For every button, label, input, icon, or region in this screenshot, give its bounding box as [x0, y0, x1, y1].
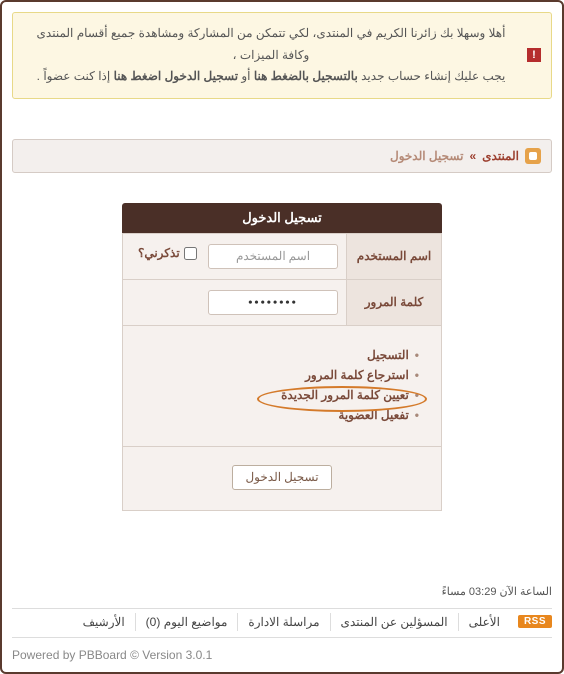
alert-line1: أهلا وسهلا بك زائرنا الكريم في المنتدى، … [37, 26, 506, 62]
nav-top[interactable]: الأعلى [458, 613, 510, 631]
pbboard-link[interactable]: PBBoard [79, 648, 127, 662]
rss-badge[interactable]: RSS [518, 615, 552, 628]
breadcrumb-sep: » [469, 149, 476, 163]
login-submit-button[interactable]: تسجيل الدخول [232, 465, 331, 490]
alert-line2-p1: يجب عليك إنشاء حساب جديد [358, 69, 506, 83]
password-label: كلمة المرور [347, 279, 442, 325]
alert-login-link[interactable]: تسجيل الدخول اضغط هنا [114, 69, 238, 83]
username-input[interactable] [208, 244, 338, 269]
card-header: تسجيل الدخول [122, 203, 442, 233]
time-bar: الساعة الآن 03:29 مساءً [12, 581, 552, 602]
footer-nav: RSS الأعلى المسؤلين عن المنتدى مراسلة ال… [12, 613, 552, 638]
alert-or: أو [238, 69, 250, 83]
alert-register-link[interactable]: بالتسجيل بالضغط هنا [254, 69, 358, 83]
login-card: تسجيل الدخول اسم المستخدم تذكرني؟ كلمة ا… [122, 203, 442, 511]
password-input[interactable] [208, 290, 338, 315]
remember-checkbox[interactable] [184, 247, 197, 260]
breadcrumb-forum-link[interactable]: المنتدى [482, 149, 519, 163]
powered-by: Powered by PBBoard © Version 3.0.1 [12, 648, 552, 662]
link-activate[interactable]: تفعيل العضوية [338, 408, 408, 422]
nav-archive[interactable]: الأرشيف [73, 613, 135, 631]
forum-icon [525, 148, 541, 164]
breadcrumb: المنتدى » تسجيل الدخول [12, 139, 552, 173]
link-register[interactable]: التسجيل [367, 348, 409, 362]
alert-line2-p2: إذا كنت عضواً . [37, 69, 111, 83]
alert-icon: ! [527, 48, 541, 62]
help-links-list: التسجيل استرجاع كلمة المرور تعيين كلمة ا… [145, 348, 419, 422]
nav-contact-admin[interactable]: مراسلة الادارة [237, 613, 329, 631]
username-label: اسم المستخدم [347, 233, 442, 279]
link-recover-password[interactable]: استرجاع كلمة المرور [305, 368, 409, 382]
breadcrumb-current: تسجيل الدخول [390, 149, 463, 163]
nav-moderators[interactable]: المسؤلين عن المنتدى [330, 613, 458, 631]
welcome-alert: ! أهلا وسهلا بك زائرنا الكريم في المنتدى… [12, 12, 552, 99]
nav-today-topics[interactable]: مواضيع اليوم (0) [135, 613, 238, 631]
remember-label[interactable]: تذكرني؟ [138, 246, 197, 260]
link-set-new-password[interactable]: تعيين كلمة المرور الجديدة [281, 388, 409, 402]
remember-text: تذكرني؟ [138, 246, 180, 260]
